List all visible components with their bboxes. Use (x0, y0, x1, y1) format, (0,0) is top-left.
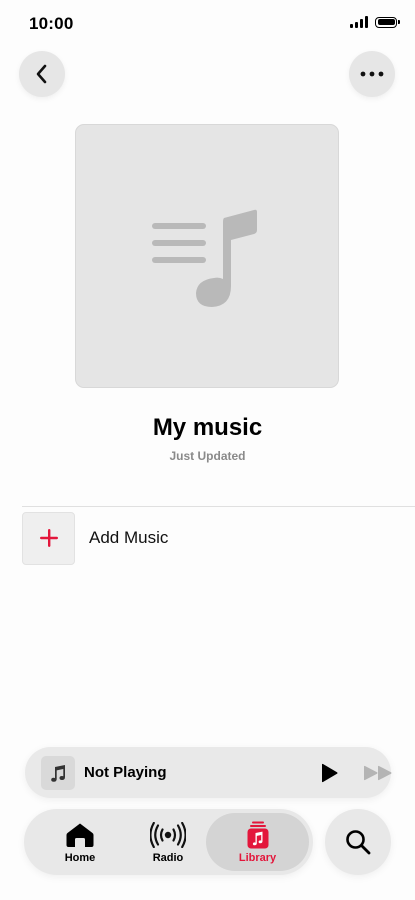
chevron-left-icon (36, 64, 47, 84)
search-button[interactable] (325, 809, 391, 875)
tab-library-label: Library (238, 852, 277, 864)
more-options-button[interactable] (349, 51, 395, 97)
play-icon (322, 763, 338, 783)
plus-icon (39, 529, 58, 547)
divider (22, 506, 415, 507)
now-playing-title: Not Playing (84, 764, 167, 781)
tab-bar: Home Radio Library (24, 809, 313, 875)
battery-icon (375, 16, 400, 28)
house-icon (66, 820, 94, 850)
playlist-subtitle: Just Updated (169, 449, 246, 463)
status-time: 10:00 (29, 14, 74, 33)
add-music-label: Add Music (89, 528, 169, 547)
back-button[interactable] (19, 51, 65, 97)
music-list-icon (152, 209, 257, 307)
cellular-signal-icon (350, 16, 368, 28)
status-bar: 10:00 (0, 0, 415, 48)
playlist-title: My music (152, 414, 263, 441)
tab-radio[interactable]: Radio (134, 813, 202, 871)
radio-waves-icon (150, 820, 186, 850)
mini-player-artwork (41, 755, 75, 790)
tab-library[interactable]: Library (206, 813, 309, 871)
add-music-tile[interactable] (22, 511, 75, 565)
tab-home[interactable]: Home (46, 813, 114, 871)
add-music-row[interactable]: Add Music (22, 511, 415, 565)
library-icon (246, 820, 270, 850)
playlist-artwork (75, 124, 339, 388)
forward-icon (364, 765, 392, 781)
mini-player[interactable]: Not Playing (25, 747, 392, 798)
forward-button[interactable] (361, 761, 395, 785)
status-icons (350, 16, 400, 28)
search-icon (346, 830, 371, 855)
play-button[interactable] (317, 761, 341, 785)
music-note-icon (51, 764, 65, 782)
tab-radio-label: Radio (152, 852, 184, 864)
ellipsis-icon (360, 71, 384, 77)
tab-home-label: Home (64, 852, 96, 864)
